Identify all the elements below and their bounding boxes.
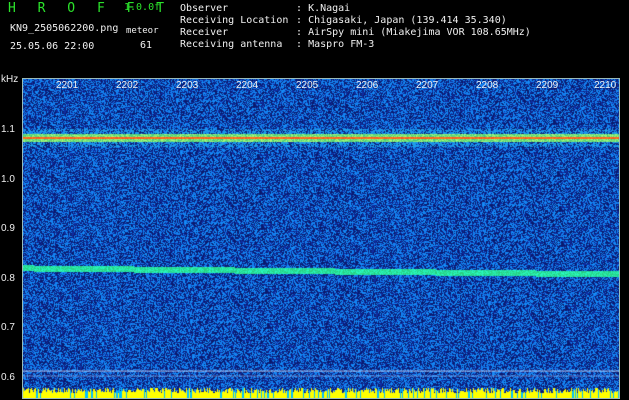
x-tick-label: 2205 xyxy=(296,80,319,91)
y-tick-label: 0.6 xyxy=(1,372,15,383)
spectrogram-canvas xyxy=(22,78,620,399)
x-tick-label: 2209 xyxy=(536,80,559,91)
info-antenna: Receiving antenna: Maspro FM-3 xyxy=(180,39,375,50)
info-location: Receiving Location: Chigasaki, Japan (13… xyxy=(180,15,507,26)
y-tick-label: 0.8 xyxy=(1,273,15,284)
x-tick-label: 2201 xyxy=(56,80,79,91)
x-tick-label: 2204 xyxy=(236,80,259,91)
x-tick-label: 2206 xyxy=(356,80,379,91)
info-receiver: Receiver: AirSpy mini (Miakejima VOR 108… xyxy=(180,27,531,38)
meteor-label: meteor xyxy=(126,26,159,36)
y-tick-label: 0.9 xyxy=(1,223,15,234)
x-tick-label: 2207 xyxy=(416,80,439,91)
y-axis-unit: kHz xyxy=(1,74,19,85)
x-tick-label: 2203 xyxy=(176,80,199,91)
y-tick-label: 1.0 xyxy=(1,174,15,185)
info-observer: Observer: K.Nagai xyxy=(180,3,351,14)
x-tick-label: 2210 xyxy=(594,80,617,91)
app-version: 1.0.0f xyxy=(124,2,161,13)
x-tick-label: 2202 xyxy=(116,80,139,91)
file-name: KN9_2505062200.png xyxy=(10,23,119,34)
x-tick-label: 2208 xyxy=(476,80,499,91)
meteor-count: 61 xyxy=(140,40,153,51)
observation-datetime: 25.05.06 22:00 xyxy=(10,41,95,52)
y-tick-label: 0.7 xyxy=(1,322,15,333)
header: H R O F F T 1.0.0f KN9_2505062200.png me… xyxy=(0,0,629,72)
y-tick-label: 1.1 xyxy=(1,124,15,135)
